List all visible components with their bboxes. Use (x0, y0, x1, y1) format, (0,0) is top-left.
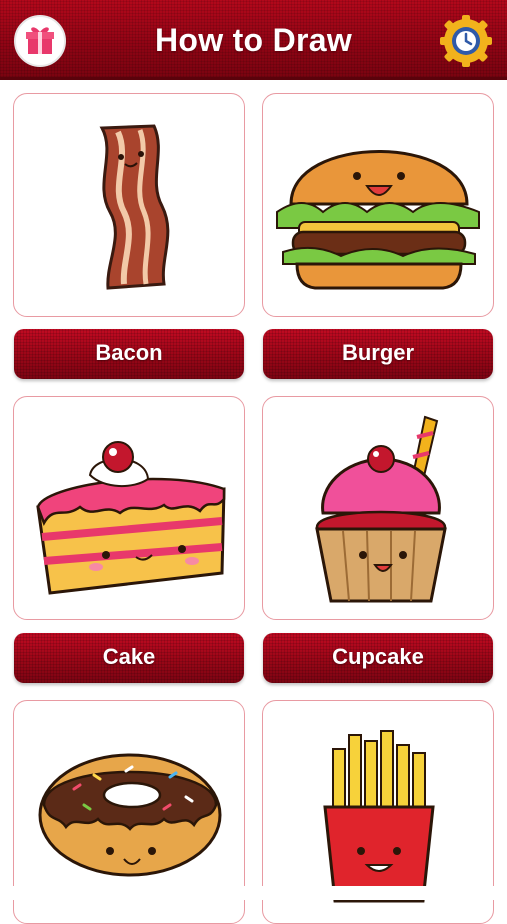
cake-icon (36, 441, 226, 595)
bottom-edge (0, 886, 507, 900)
page-title: How to Draw (154, 22, 353, 58)
cake-label-button[interactable]: Cake (14, 633, 244, 683)
card-cupcake[interactable] (262, 396, 494, 620)
cupcake-icon (315, 415, 447, 603)
bacon-icon (99, 124, 170, 290)
app-header: How to Draw (0, 0, 507, 80)
burger-icon (276, 150, 480, 290)
card-cake[interactable] (13, 396, 245, 620)
settings-button[interactable] (440, 15, 492, 67)
bacon-label-button[interactable]: Bacon (14, 329, 244, 379)
cupcake-label-button[interactable]: Cupcake (263, 633, 493, 683)
card-burger[interactable] (262, 93, 494, 317)
card-bacon[interactable] (13, 93, 245, 317)
burger-label-button[interactable]: Burger (263, 329, 493, 379)
settings-clock-icon (440, 15, 492, 67)
